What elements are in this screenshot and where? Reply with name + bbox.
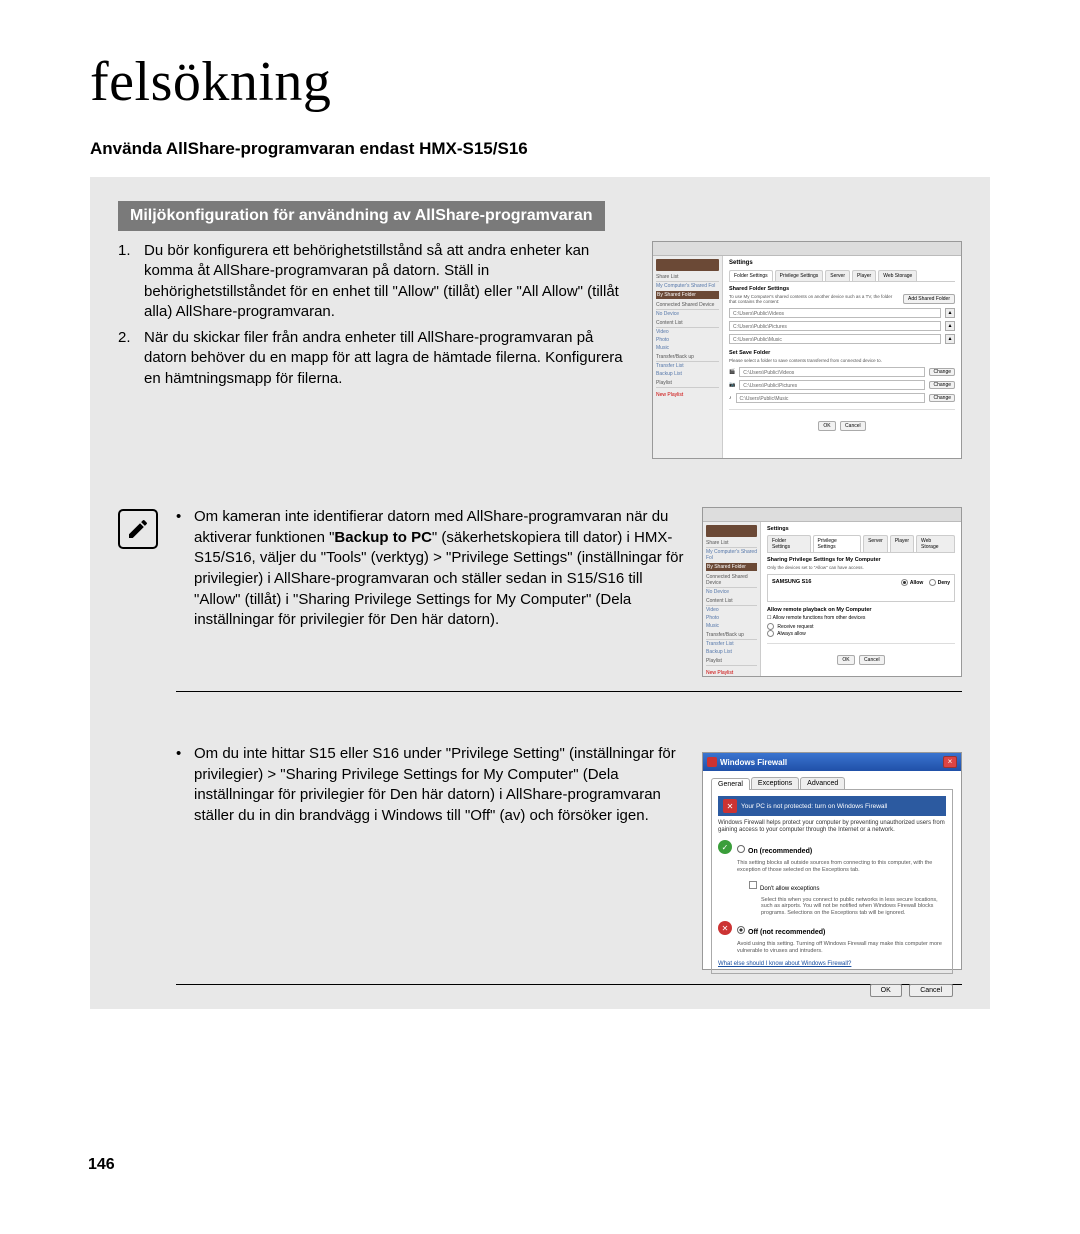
list-number: 2. xyxy=(118,328,144,389)
subtitle: Använda AllShare-programvaran endast HMX… xyxy=(90,139,990,159)
bullet-icon: • xyxy=(176,507,194,631)
list-item-text: Du bör konfigurera ett behörighetstillst… xyxy=(144,241,634,322)
close-icon: × xyxy=(943,756,957,768)
list-number: 1. xyxy=(118,241,144,322)
shield-check-icon: ✓ xyxy=(718,840,732,854)
allshare-folder-settings-screenshot: Share List My Computer's Shared Fol By S… xyxy=(652,241,962,459)
note-pencil-icon xyxy=(118,509,158,549)
firewall-titlebar-icon xyxy=(707,757,717,767)
ordered-list: 1. Du bör konfigurera ett behörighetstil… xyxy=(118,241,634,389)
shield-alert-icon: ✕ xyxy=(723,799,737,813)
allshare-privilege-settings-screenshot: Share List My Computer's Shared Fol By S… xyxy=(702,507,962,677)
list-item-text: När du skickar filer från andra enheter … xyxy=(144,328,634,389)
divider xyxy=(176,691,962,692)
page-title: felsökning xyxy=(0,0,1080,124)
note-text: Om kameran inte identifierar datorn med … xyxy=(194,507,684,631)
bullet-icon: • xyxy=(176,744,194,827)
windows-firewall-screenshot: Windows Firewall × General Exceptions Ad… xyxy=(702,752,962,970)
gray-panel: Miljökonfiguration för användning av All… xyxy=(90,177,990,1009)
content-container: Använda AllShare-programvaran endast HMX… xyxy=(0,124,1080,1009)
note-text: Om du inte hittar S15 eller S16 under "P… xyxy=(194,744,684,827)
shield-off-icon: ✕ xyxy=(718,921,732,935)
section-banner: Miljökonfiguration för användning av All… xyxy=(118,201,605,231)
page-number: 146 xyxy=(88,1156,115,1174)
